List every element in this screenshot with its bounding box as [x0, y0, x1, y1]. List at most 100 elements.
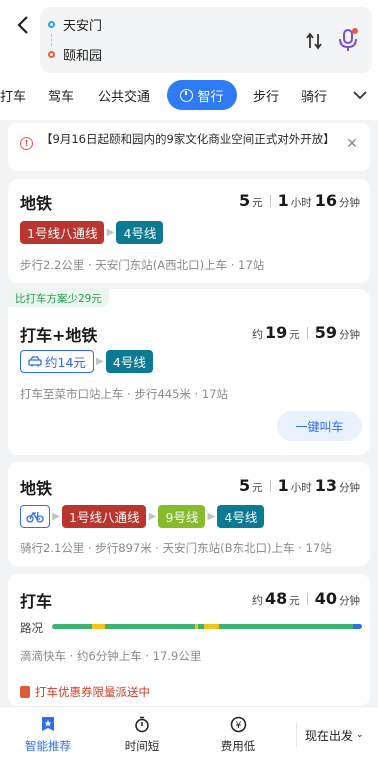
call-taxi-button[interactable]: 一键叫车 — [277, 411, 362, 441]
route-title: 地铁 — [20, 479, 53, 498]
divider — [306, 592, 308, 605]
divider — [269, 479, 271, 492]
divider — [269, 194, 271, 207]
origin-field[interactable]: 天安门 — [48, 11, 102, 37]
traffic-segment — [219, 624, 353, 629]
arrow-right-icon: ▶ — [106, 227, 115, 238]
close-icon[interactable]: ✕ — [344, 135, 360, 153]
line-tag: 1号线八通线 — [62, 505, 147, 528]
sort-lowest-cost[interactable]: ¥ 费用低 — [203, 715, 273, 763]
tab-drive-label: 驾车 — [47, 89, 74, 105]
route-minutes: 13 — [314, 476, 337, 495]
swap-icon[interactable] — [304, 30, 324, 52]
coupon-promo[interactable]: 打车优惠券限量派送中 — [20, 684, 150, 700]
depart-label: 现在出发 — [305, 728, 354, 743]
arrow-right-icon: ▶ — [96, 356, 104, 367]
minutes-unit: 分钟 — [339, 595, 360, 607]
minutes-unit: 分钟 — [339, 197, 360, 209]
route-desc: 骑行2.1公里 · 步行897米 · 天安门东站(B东北口)上车 · 17站 — [20, 541, 332, 555]
top-header: 天安门 颐和园 打车 驾车 公共交通 智行 步行 骑行 — [0, 0, 378, 120]
coupon-icon — [20, 686, 30, 698]
sort-bar: 智能推荐 时间短 ¥ 费用低 现在出发 ⌄ — [0, 706, 378, 776]
traffic-bar — [52, 624, 362, 629]
origin-dot-icon — [48, 20, 55, 28]
line-tags: 约14元 ▶ 4号线 — [20, 350, 153, 373]
traffic-segment — [104, 624, 195, 629]
coupon-text: 打车优惠券限量派送中 — [35, 685, 150, 699]
sort-shortest-time[interactable]: 时间短 — [107, 715, 177, 763]
route-card-taxi[interactable]: 打车 约 48 元 40 分钟 路况 滴滴快车 · 约6分钟上车 · 17.9公… — [8, 574, 370, 706]
traffic-segment — [52, 624, 93, 629]
line-tag: 9号线 — [158, 505, 206, 528]
route-price: 5 — [238, 476, 251, 495]
line-tag: 4号线 — [217, 505, 265, 528]
depart-time-selector[interactable]: 现在出发 ⌄ — [296, 723, 370, 747]
price-unit: 元 — [252, 197, 263, 209]
line-tag: 4号线 — [105, 350, 153, 373]
route-summary: 约 48 元 40 分钟 — [252, 589, 360, 608]
sort-cost-label: 费用低 — [220, 739, 256, 753]
destination-text: 颐和园 — [63, 48, 103, 64]
hours-unit: 小时 — [290, 482, 312, 494]
route-card-subway-1[interactable]: 地铁 5 元 1 小时 16 分钟 1号线八通线 ▶ 4号线 步行2.2公里 ·… — [8, 179, 370, 283]
price-unit: 元 — [289, 595, 300, 607]
svg-text:¥: ¥ — [235, 721, 241, 731]
line-tags: 1号线八通线 ▶ 4号线 — [20, 221, 164, 244]
route-title: 打车 — [20, 592, 53, 611]
route-hours: 1 — [277, 191, 289, 210]
bike-icon — [20, 505, 50, 528]
origin-text: 天安门 — [63, 18, 103, 34]
tab-walk[interactable]: 步行 — [250, 80, 282, 110]
route-input-box[interactable]: 天安门 颐和园 — [40, 7, 372, 73]
travel-mode-tabs: 打车 驾车 公共交通 智行 步行 骑行 — [0, 80, 378, 112]
voice-mic-icon[interactable] — [337, 27, 359, 53]
chevron-down-icon[interactable] — [350, 84, 370, 106]
price-prefix: 约 — [251, 328, 263, 341]
tab-smart[interactable]: 智行 — [167, 80, 237, 110]
sort-smart-label: 智能推荐 — [25, 739, 71, 753]
traffic-label: 路况 — [20, 621, 43, 635]
back-icon[interactable] — [12, 12, 34, 38]
sort-smart-recommend[interactable]: 智能推荐 — [13, 715, 83, 763]
tab-transit[interactable]: 公共交通 — [94, 80, 154, 110]
minutes-unit: 分钟 — [339, 329, 360, 341]
savings-badge: 比打车方案少29元 — [8, 289, 109, 307]
sort-time-label: 时间短 — [124, 739, 160, 753]
route-price: 48 — [264, 589, 288, 608]
star-icon — [39, 715, 57, 733]
yen-icon: ¥ — [229, 715, 247, 733]
tab-bike[interactable]: 骑行 — [298, 80, 330, 110]
notice-text: 【9月16日起颐和园内的9家文化商业空间正式对外开放】 — [41, 132, 335, 146]
tab-drive[interactable]: 驾车 — [44, 80, 78, 110]
price-unit: 元 — [289, 329, 300, 341]
price-unit: 元 — [252, 482, 263, 494]
line-tag: 1号线八通线 — [20, 221, 105, 244]
traffic-segment — [203, 624, 220, 629]
arrow-right-icon: ▶ — [207, 511, 216, 522]
chevron-down-icon: ⌄ — [356, 730, 364, 740]
route-hours: 1 — [277, 476, 289, 495]
arrow-right-icon: ▶ — [148, 511, 157, 522]
route-price: 5 — [238, 191, 251, 210]
route-minutes: 16 — [314, 191, 337, 210]
route-minutes: 59 — [314, 323, 337, 342]
traffic-segment — [92, 624, 105, 629]
notice-banner[interactable]: ! 【9月16日起颐和园内的9家文化商业空间正式对外开放】 ✕ — [8, 123, 370, 171]
tab-taxi[interactable]: 打车 — [0, 80, 28, 110]
route-minutes: 40 — [314, 589, 337, 608]
route-card-taxi-subway[interactable]: 比打车方案少29元 打车+地铁 约 19 元 59 分钟 约14元 ▶ 4号线 … — [8, 289, 370, 455]
smart-clock-icon — [180, 88, 194, 102]
taxi-fare-tag: 约14元 — [20, 350, 94, 373]
minutes-unit: 分钟 — [339, 482, 360, 494]
destination-field[interactable]: 颐和园 — [48, 41, 102, 67]
route-desc: 打车至菜市口站上车 · 步行445米 · 17站 — [20, 387, 229, 401]
arrow-right-icon: ▶ — [52, 511, 60, 522]
route-summary: 5 元 1 小时 13 分钟 — [239, 476, 360, 495]
route-title: 打车+地铁 — [20, 326, 98, 345]
route-card-subway-2[interactable]: 地铁 5 元 1 小时 13 分钟 ▶ 1号线八通线 ▶ 9号线 ▶ 4号线 骑… — [8, 462, 370, 566]
tab-bike-label: 骑行 — [300, 89, 327, 105]
line-tag: 4号线 — [116, 221, 164, 244]
traffic-segment — [352, 624, 362, 629]
info-icon: ! — [20, 137, 33, 150]
tab-taxi-label: 打车 — [0, 89, 26, 105]
